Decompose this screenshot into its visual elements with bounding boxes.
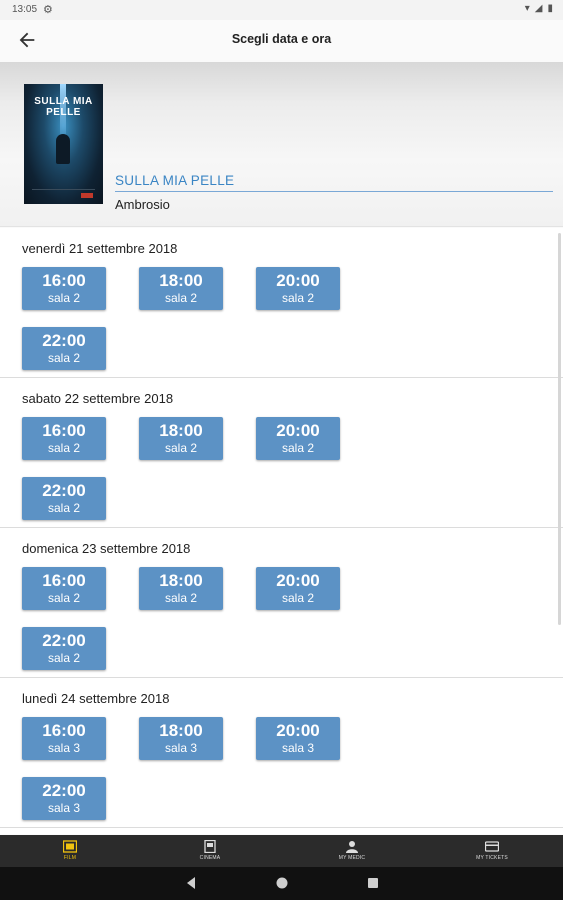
signal-icon: ◢ xyxy=(534,3,543,14)
showtimes-list[interactable]: venerdì 21 settembre 2018 16:00 sala 2 18:0… xyxy=(0,228,563,834)
showtime-time: 16:00 xyxy=(42,571,86,590)
showtime-time: 20:00 xyxy=(276,721,320,740)
showtime-room: sala 3 xyxy=(47,741,81,755)
showtime-button[interactable]: 18:00 sala 2 xyxy=(139,417,223,460)
day-section: domenica 23 settembre 2018 16:00 sala 2 18:… xyxy=(0,528,563,678)
showtime-room: sala 2 xyxy=(164,291,198,305)
page-title: Scegli data e ora xyxy=(231,32,332,46)
showtime-room: sala 2 xyxy=(281,441,315,455)
showtime-time: 22:00 xyxy=(42,781,86,800)
showtime-room: sala 2 xyxy=(47,441,81,455)
showtime-button[interactable]: 20:00 sala 3 xyxy=(256,717,340,760)
showtime-button[interactable]: 18:00 sala 2 xyxy=(139,267,223,310)
showtime-button[interactable]: 22:00 sala 2 xyxy=(22,327,106,370)
movie-director: Ambrosio xyxy=(115,197,170,212)
showtime-time: 20:00 xyxy=(276,271,320,290)
showtime-room: sala 2 xyxy=(47,351,81,365)
app-bar: Scegli data e ora xyxy=(0,20,563,62)
poster-title-text: SULLA MIA PELLE xyxy=(34,96,93,118)
status-bar: 13:05 ⚙ ▾ ◢ ▮ xyxy=(0,0,563,20)
showtime-button[interactable]: 16:00 sala 2 xyxy=(22,567,106,610)
showtime-room: sala 2 xyxy=(47,291,81,305)
day-label: lunedì 24 settembre 2018 xyxy=(22,691,170,706)
showtime-room: sala 2 xyxy=(47,501,81,515)
showtime-time: 18:00 xyxy=(159,721,203,740)
settings-gear-icon: ⚙ xyxy=(43,4,53,16)
movie-title: SULLA MIA PELLE xyxy=(115,173,235,188)
showtime-button[interactable]: 16:00 sala 2 xyxy=(22,417,106,460)
nav-label-cinema: CINEMA xyxy=(199,855,221,861)
showtime-room: sala 2 xyxy=(47,651,81,665)
showtime-button[interactable]: 20:00 sala 2 xyxy=(256,267,340,310)
showtime-room: sala 2 xyxy=(164,591,198,605)
showtime-time: 16:00 xyxy=(42,721,86,740)
poster-figure xyxy=(56,134,70,164)
nav-item-cinema[interactable]: CINEMA xyxy=(140,835,280,867)
user-icon xyxy=(346,841,358,853)
system-recents-icon[interactable] xyxy=(366,876,380,890)
showtime-time: 16:00 xyxy=(42,271,86,290)
system-home-icon[interactable] xyxy=(275,876,289,890)
day-section: lunedì 24 settembre 2018 16:00 sala 3 18:00… xyxy=(0,678,563,828)
showtime-button[interactable]: 16:00 sala 2 xyxy=(22,267,106,310)
day-label: sabato 22 settembre 2018 xyxy=(22,391,174,406)
status-time: 13:05 xyxy=(12,4,38,15)
poster-badge xyxy=(81,193,93,198)
showtime-button[interactable]: 22:00 sala 2 xyxy=(22,627,106,670)
ticket-icon xyxy=(485,841,499,852)
showtime-room: sala 3 xyxy=(164,741,198,755)
status-icons: ▾ ◢ ▮ xyxy=(525,3,553,14)
film-icon xyxy=(63,840,77,853)
showtime-room: sala 3 xyxy=(47,801,81,815)
showtime-time: 18:00 xyxy=(159,421,203,440)
showtime-time: 22:00 xyxy=(42,631,86,650)
showtime-room: sala 3 xyxy=(281,741,315,755)
showtime-button[interactable]: 22:00 sala 3 xyxy=(22,777,106,820)
nav-label-my-tickets: MY TICKETS xyxy=(476,855,508,861)
system-back-icon[interactable] xyxy=(184,876,198,890)
nav-item-my-medic[interactable]: MY MEDIC xyxy=(282,835,422,867)
bottom-nav: FILM CINEMA MY MEDIC MY TICKETS xyxy=(0,835,563,867)
showtime-time: 16:00 xyxy=(42,421,86,440)
showtime-time: 18:00 xyxy=(159,271,203,290)
showtime-time: 22:00 xyxy=(42,331,86,350)
nav-item-film[interactable]: FILM xyxy=(0,835,140,867)
cinema-icon xyxy=(204,840,216,853)
system-nav-bar xyxy=(0,867,563,900)
showtime-button[interactable]: 20:00 sala 2 xyxy=(256,567,340,610)
showtime-room: sala 2 xyxy=(281,591,315,605)
showtime-room: sala 2 xyxy=(47,591,81,605)
showtime-button[interactable]: 20:00 sala 2 xyxy=(256,417,340,460)
showtime-time: 18:00 xyxy=(159,571,203,590)
scrollbar[interactable] xyxy=(558,233,561,625)
showtime-room: sala 2 xyxy=(281,291,315,305)
showtime-time: 22:00 xyxy=(42,481,86,500)
day-label: domenica 23 settembre 2018 xyxy=(22,541,191,556)
showtime-room: sala 2 xyxy=(164,441,198,455)
day-section: sabato 22 settembre 2018 16:00 sala 2 18:00… xyxy=(0,378,563,528)
wifi-icon: ▾ xyxy=(524,3,530,14)
nav-label-my-medic: MY MEDIC xyxy=(338,855,366,861)
nav-item-my-tickets[interactable]: MY TICKETS xyxy=(422,835,562,867)
showtime-button[interactable]: 18:00 sala 2 xyxy=(139,567,223,610)
showtime-time: 20:00 xyxy=(276,421,320,440)
day-label: venerdì 21 settembre 2018 xyxy=(22,241,178,256)
movie-poster: SULLA MIA PELLE xyxy=(24,84,103,204)
showtime-button[interactable]: 22:00 sala 2 xyxy=(22,477,106,520)
showtime-button[interactable]: 18:00 sala 3 xyxy=(139,717,223,760)
movie-header: SULLA MIA PELLE SULLA MIA PELLE Ambrosio xyxy=(0,62,563,227)
nav-label-film: FILM xyxy=(63,855,77,861)
title-divider xyxy=(115,191,553,192)
battery-icon: ▮ xyxy=(547,3,553,14)
showtime-time: 20:00 xyxy=(276,571,320,590)
showtime-button[interactable]: 16:00 sala 3 xyxy=(22,717,106,760)
day-section: venerdì 21 settembre 2018 16:00 sala 2 18:0… xyxy=(0,228,563,378)
